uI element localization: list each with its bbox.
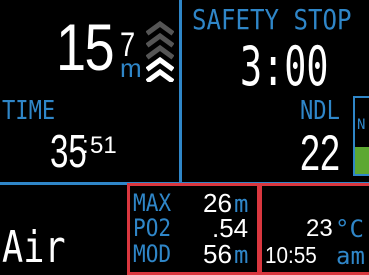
mod-label: MOD [133, 240, 172, 268]
divider-vertical-top [179, 0, 182, 184]
max-depth-label: MAX [133, 189, 172, 217]
depth-unit: m [120, 53, 142, 83]
ndl-gauge-fill [355, 147, 369, 174]
dive-time-label: TIME [2, 96, 56, 126]
gas-name: Air [2, 222, 66, 273]
safety-stop-label: SAFETY STOP [192, 3, 352, 36]
dive-computer-screen: 15 7 m SAFETY STOP 3:00 TIME 35 : 51 NDL… [0, 0, 369, 275]
mod-unit: m [234, 241, 249, 269]
dive-time-seconds: 51 [90, 132, 117, 159]
clock-ampm: am [336, 242, 365, 270]
dive-time-seconds-colon: : [82, 132, 89, 159]
ndl-gauge-letter: N [357, 117, 366, 133]
temperature-value: 23 [306, 215, 333, 242]
ndl-label: NDL [300, 96, 340, 126]
safety-stop-time: 3:00 [240, 35, 329, 98]
temperature-unit: °C [335, 215, 364, 243]
ascent-rate-chevrons-icon [146, 20, 174, 82]
po2-value: .54 [212, 213, 249, 243]
mod-value: 56 [203, 239, 232, 269]
ndl-value: 22 [300, 125, 341, 181]
po2-label: PO2 [133, 214, 172, 242]
ndl-gauge: N [353, 96, 369, 176]
clock-time: 10:55 [265, 242, 317, 268]
depth-whole: 15 [56, 10, 115, 84]
